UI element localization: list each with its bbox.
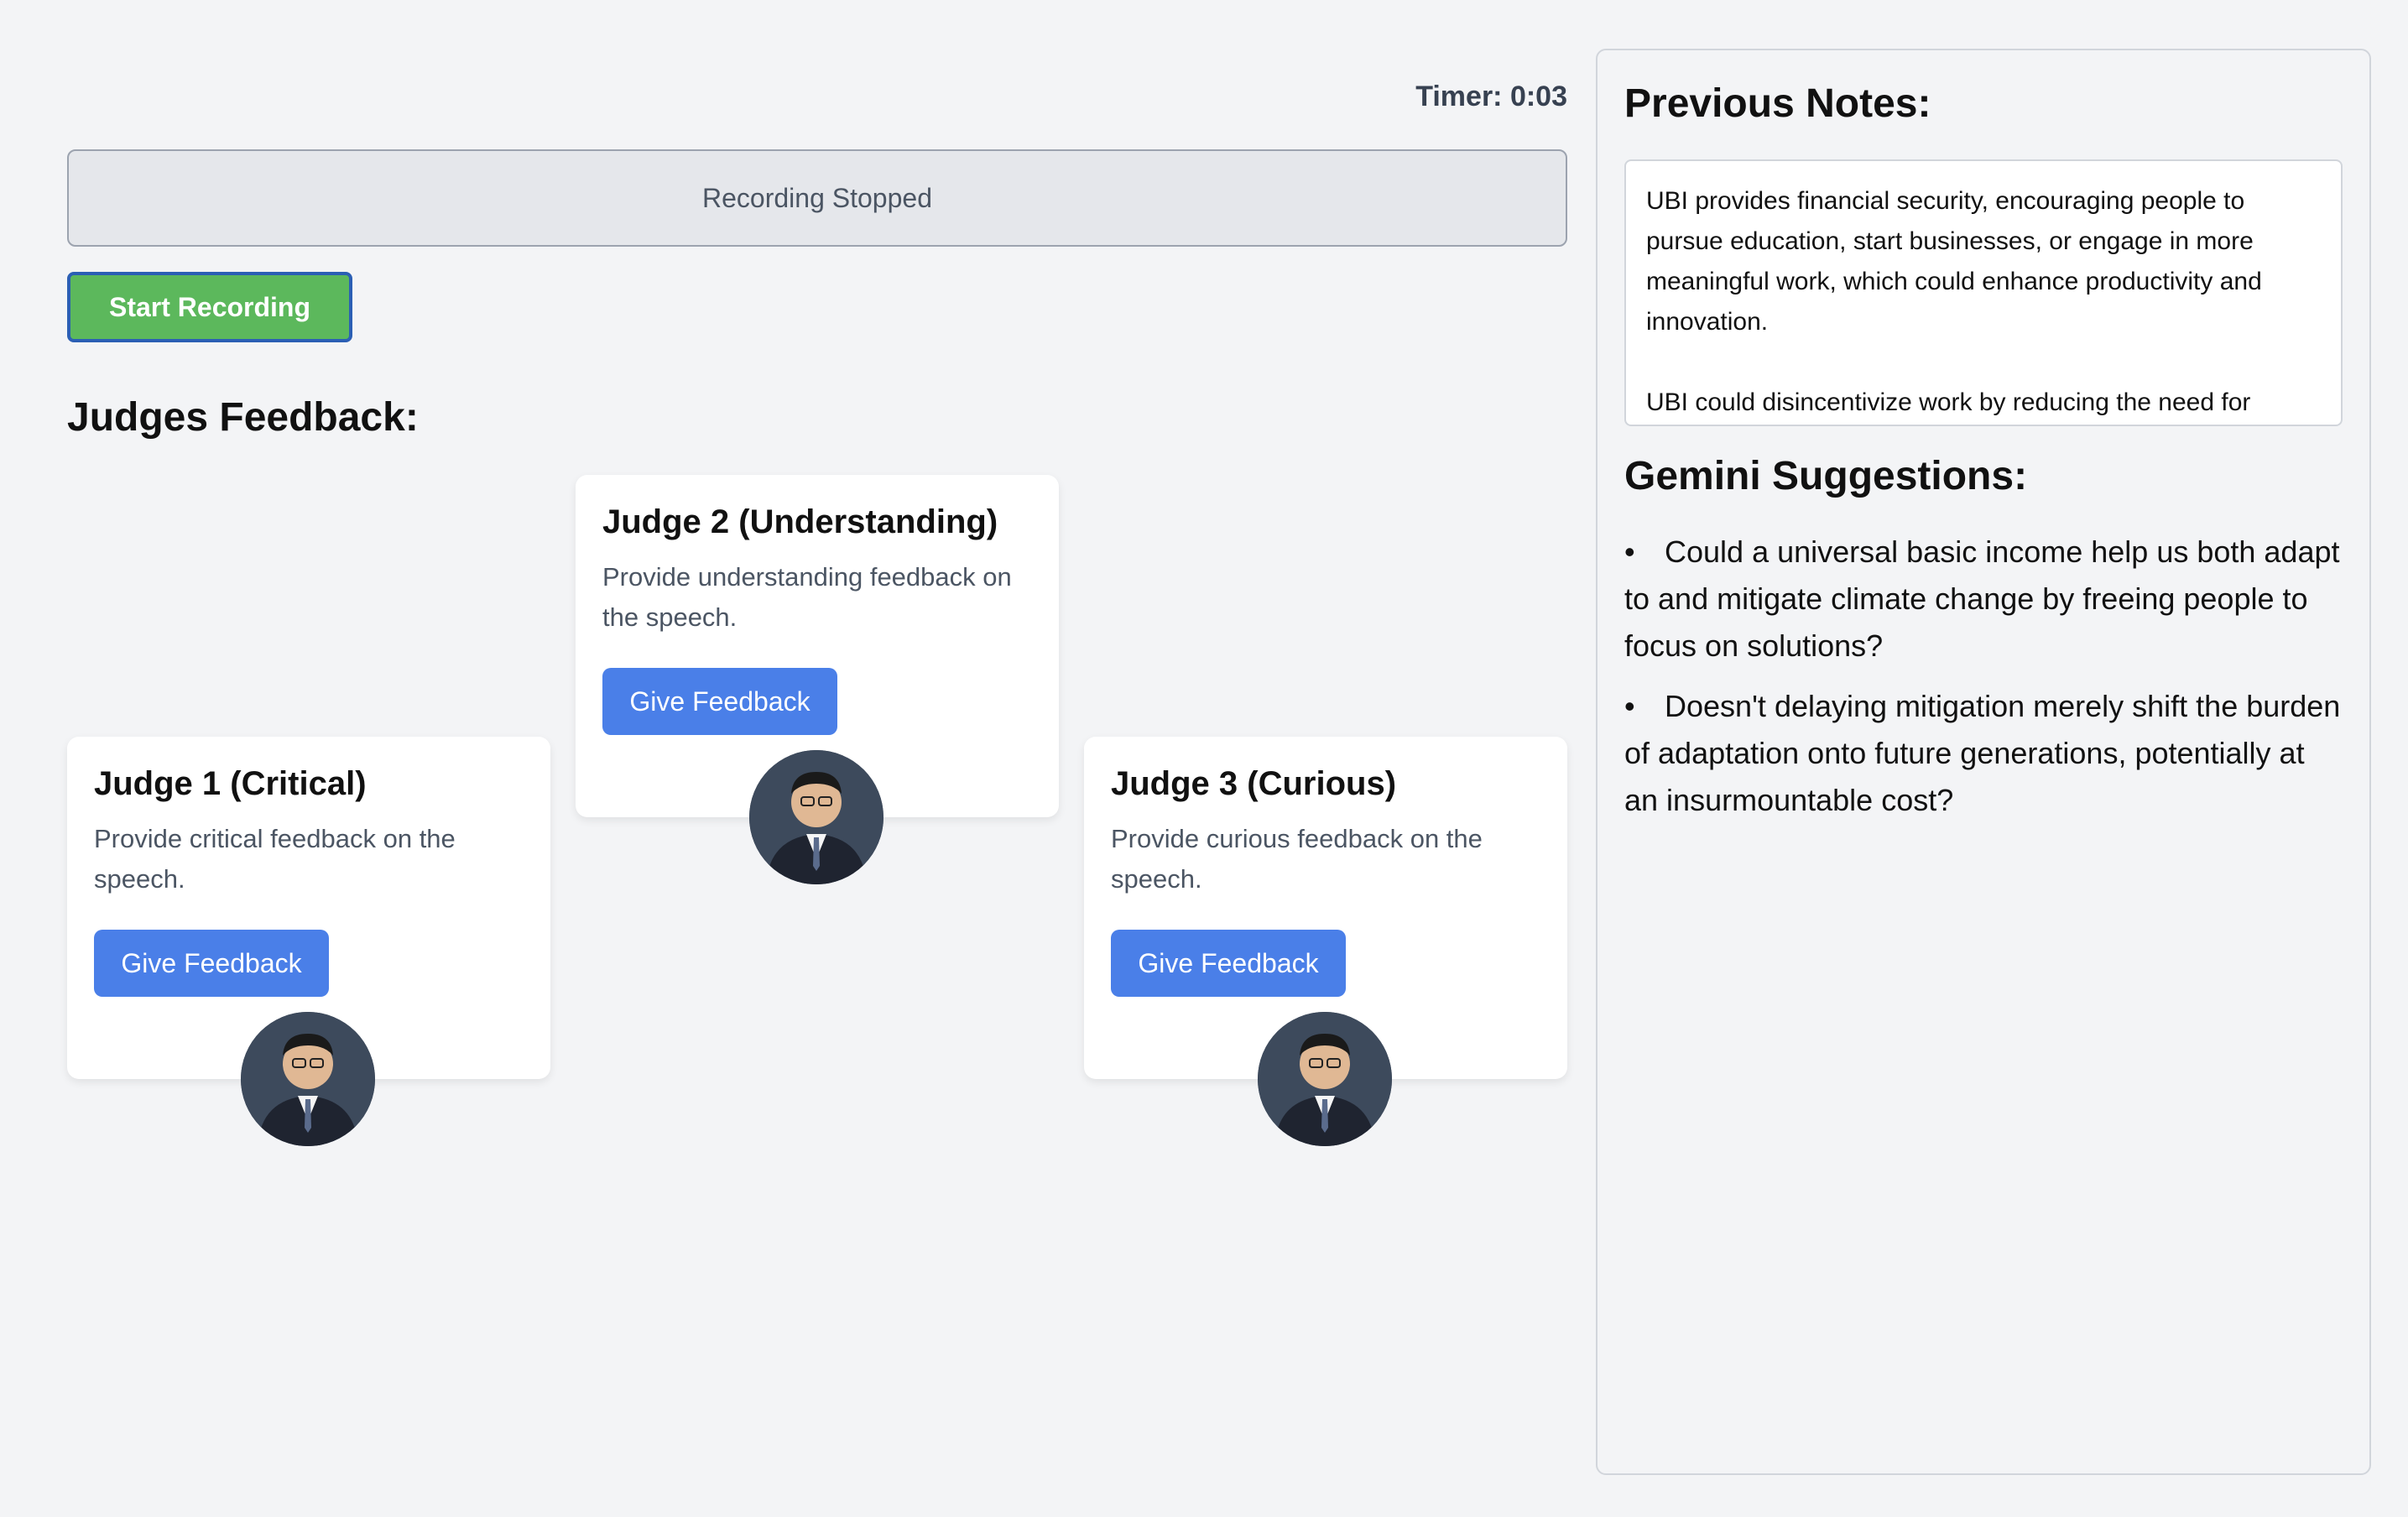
recording-status-bar: Recording Stopped (67, 149, 1567, 247)
previous-notes-heading: Previous Notes: (1624, 81, 1931, 126)
judge-card-critical: Judge 1 (Critical) Provide critical feed… (67, 737, 550, 1146)
recording-status-text: Recording Stopped (702, 182, 932, 213)
judge-description: Provide curious feedback on the speech. (1111, 824, 1483, 894)
judge-title: Judge 3 (Curious) (1111, 765, 1397, 802)
note-paragraph: UBI provides financial security, encoura… (1646, 187, 2262, 336)
judge-avatar-icon (241, 1012, 375, 1146)
judge-avatar-icon (1258, 1012, 1392, 1146)
give-feedback-button[interactable]: Give Feedback (1111, 930, 1346, 997)
judge-description: Provide understanding feedback on the sp… (602, 562, 1012, 632)
give-feedback-button[interactable]: Give Feedback (602, 668, 837, 735)
judge-description: Provide critical feedback on the speech. (94, 824, 456, 894)
suggestion-text: Could a universal basic income help us b… (1624, 534, 2340, 663)
suggestion-item: • Doesn't delaying mitigation merely shif… (1624, 683, 2346, 824)
judge-title: Judge 2 (Understanding) (602, 503, 998, 540)
note-paragraph: UBI could disincentivize work by reducin… (1646, 388, 2251, 416)
sidebar-panel: Previous Notes: UBI provides financial s… (1596, 49, 2371, 1475)
gemini-suggestions-heading: Gemini Suggestions: (1624, 454, 2028, 498)
judge-avatar-icon (749, 750, 883, 884)
suggestions-list: • Could a universal basic income help us … (1624, 529, 2346, 837)
start-recording-button[interactable]: Start Recording (67, 272, 352, 342)
judges-feedback-heading: Judges Feedback: (67, 395, 419, 440)
bullet-icon: • (1624, 689, 1635, 723)
judge-card-understanding: Judge 2 (Understanding) Provide understa… (576, 475, 1059, 884)
judge-title: Judge 1 (Critical) (94, 765, 367, 802)
give-feedback-button[interactable]: Give Feedback (94, 930, 329, 997)
main-panel: Timer: 0:03 Recording Stopped Start Reco… (67, 0, 1567, 1517)
timer-display: Timer: 0:03 (1415, 81, 1567, 112)
bullet-icon: • (1624, 534, 1635, 569)
previous-notes-box[interactable]: UBI provides financial security, encoura… (1624, 159, 2343, 426)
suggestion-text: Doesn't delaying mitigation merely shift… (1624, 689, 2341, 817)
suggestion-item: • Could a universal basic income help us … (1624, 529, 2346, 670)
judge-card-curious: Judge 3 (Curious) Provide curious feedba… (1084, 737, 1567, 1146)
